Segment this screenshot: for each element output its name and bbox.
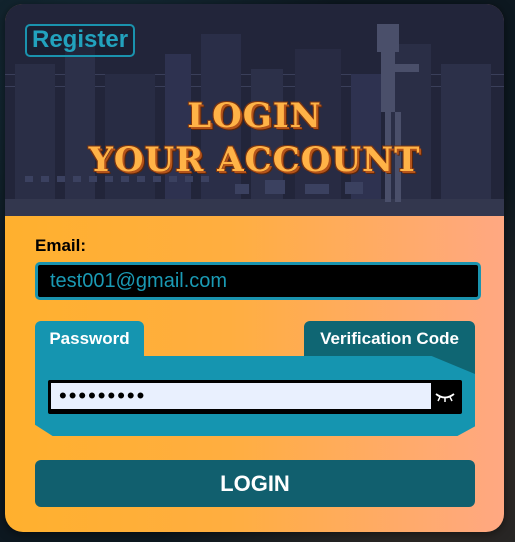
register-button[interactable]: Register <box>25 24 136 57</box>
login-card: Register LOGIN YOUR ACCOUNT Email: Passw… <box>5 4 504 532</box>
email-label: Email: <box>35 236 87 255</box>
password-field[interactable] <box>51 383 431 409</box>
eye-closed-icon-graphic <box>435 393 455 402</box>
eye-closed-icon[interactable] <box>431 383 459 411</box>
page-title-line2: YOUR ACCOUNT <box>88 140 421 180</box>
login-button[interactable]: LOGIN <box>35 460 475 507</box>
email-field[interactable] <box>35 262 481 300</box>
tab-verification-code[interactable]: Verification Code <box>304 321 475 357</box>
tab-password[interactable]: Password <box>35 321 144 357</box>
banner-illustration: Register LOGIN YOUR ACCOUNT <box>5 4 504 216</box>
page-title-line1: LOGIN <box>187 96 322 136</box>
